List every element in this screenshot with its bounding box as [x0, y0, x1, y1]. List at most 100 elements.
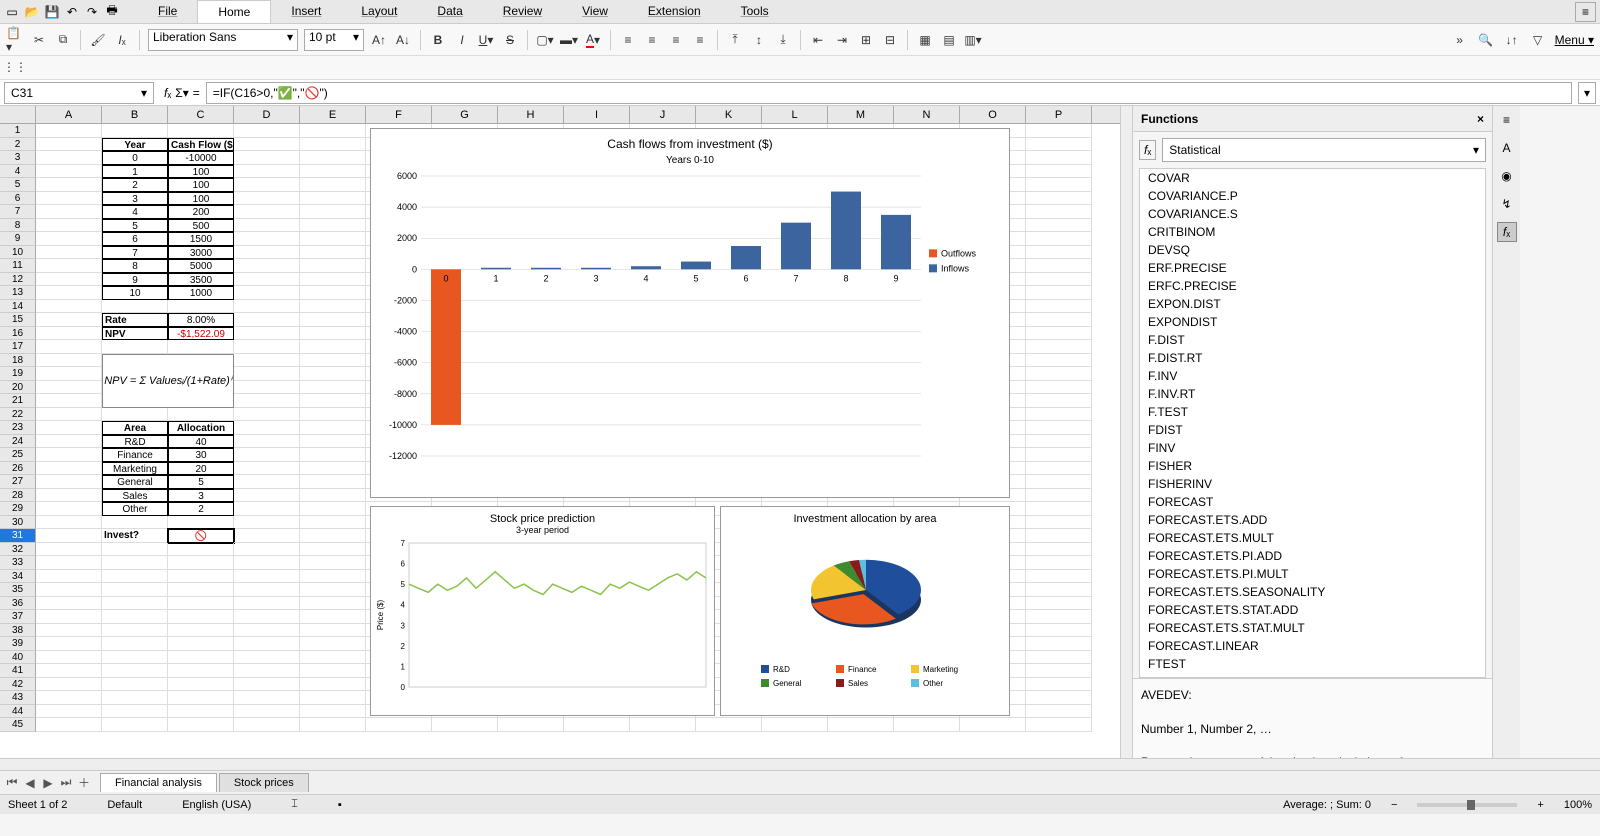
cell-B22[interactable]: [102, 408, 168, 422]
clear-format-icon[interactable]: Iₓ: [113, 31, 131, 49]
cell-P19[interactable]: [1026, 367, 1092, 381]
cell-C22[interactable]: [168, 408, 234, 422]
cell-C15[interactable]: 8.00%: [168, 313, 234, 327]
cell-D7[interactable]: [234, 205, 300, 219]
cell-P24[interactable]: [1026, 435, 1092, 449]
chevron-icon[interactable]: »: [1451, 31, 1469, 49]
cell-E11[interactable]: [300, 259, 366, 273]
cell-P14[interactable]: [1026, 300, 1092, 314]
cell-C3[interactable]: -10000: [168, 151, 234, 165]
cell-A28[interactable]: [36, 489, 102, 503]
row-header[interactable]: 29: [0, 502, 36, 516]
function-item[interactable]: F.DIST.RT: [1140, 349, 1485, 367]
cell-P38[interactable]: [1026, 624, 1092, 638]
menu-view[interactable]: View: [562, 0, 628, 23]
cell-A34[interactable]: [36, 570, 102, 584]
align-right-icon[interactable]: ≡: [667, 31, 685, 49]
cell-A4[interactable]: [36, 165, 102, 179]
cell-D4[interactable]: [234, 165, 300, 179]
menu-file[interactable]: File: [138, 0, 197, 23]
cell-B15[interactable]: Rate: [102, 313, 168, 327]
cell-E4[interactable]: [300, 165, 366, 179]
valign-top-icon[interactable]: ⤒: [726, 31, 744, 49]
cell-E42[interactable]: [300, 678, 366, 692]
cell-P15[interactable]: [1026, 313, 1092, 327]
cell-B26[interactable]: Marketing: [102, 462, 168, 476]
col-header-J[interactable]: J: [630, 106, 696, 123]
row-header[interactable]: 35: [0, 583, 36, 597]
redo-icon[interactable]: ↷: [84, 4, 100, 20]
cell-N45[interactable]: [894, 718, 960, 732]
hamburger-icon[interactable]: ≡: [1575, 2, 1596, 22]
cell-B37[interactable]: [102, 610, 168, 624]
indent-inc-icon[interactable]: ⇥: [833, 31, 851, 49]
cell-A44[interactable]: [36, 705, 102, 719]
cell-A10[interactable]: [36, 246, 102, 260]
cell-C44[interactable]: [168, 705, 234, 719]
cell-D26[interactable]: [234, 462, 300, 476]
row-header[interactable]: 28: [0, 489, 36, 503]
cell-B1[interactable]: [102, 124, 168, 138]
function-item[interactable]: ERF.PRECISE: [1140, 259, 1485, 277]
function-item[interactable]: FTEST: [1140, 655, 1485, 673]
function-item[interactable]: FORECAST.ETS.PI.MULT: [1140, 565, 1485, 583]
cell-E26[interactable]: [300, 462, 366, 476]
function-item[interactable]: COVAR: [1140, 169, 1485, 187]
cell-D38[interactable]: [234, 624, 300, 638]
cell-P41[interactable]: [1026, 664, 1092, 678]
cell-P1[interactable]: [1026, 124, 1092, 138]
cell-E13[interactable]: [300, 286, 366, 300]
function-item[interactable]: EXPONDIST: [1140, 313, 1485, 331]
function-item[interactable]: FORECAST.ETS.MULT: [1140, 529, 1485, 547]
cell-D6[interactable]: [234, 192, 300, 206]
cell-B30[interactable]: [102, 516, 168, 530]
col-header-G[interactable]: G: [432, 106, 498, 123]
cell-A39[interactable]: [36, 637, 102, 651]
cell-A43[interactable]: [36, 691, 102, 705]
cell-D24[interactable]: [234, 435, 300, 449]
formula-expand-icon[interactable]: ▾: [1578, 82, 1596, 104]
cell-P29[interactable]: [1026, 502, 1092, 516]
row-header[interactable]: 32: [0, 543, 36, 557]
cell-D40[interactable]: [234, 651, 300, 665]
row-header[interactable]: 22: [0, 408, 36, 422]
cell-C7[interactable]: 200: [168, 205, 234, 219]
function-item[interactable]: ERFC.PRECISE: [1140, 277, 1485, 295]
function-item[interactable]: FISHERINV: [1140, 475, 1485, 493]
cell-E43[interactable]: [300, 691, 366, 705]
horizontal-scrollbar[interactable]: [0, 758, 1600, 770]
row-header[interactable]: 45: [0, 718, 36, 732]
cell-P11[interactable]: [1026, 259, 1092, 273]
cell-E33[interactable]: [300, 556, 366, 570]
cell-E30[interactable]: [300, 516, 366, 530]
select-all-corner[interactable]: [0, 106, 36, 123]
chart-cashflow[interactable]: Cash flows from investment ($) Years 0-1…: [370, 128, 1010, 498]
menu-layout[interactable]: Layout: [341, 0, 417, 23]
cell-B36[interactable]: [102, 597, 168, 611]
cond-format-icon[interactable]: ▦: [916, 31, 934, 49]
cell-E3[interactable]: [300, 151, 366, 165]
cell-A42[interactable]: [36, 678, 102, 692]
row-header[interactable]: 33: [0, 556, 36, 570]
function-item[interactable]: FINV: [1140, 439, 1485, 457]
function-item[interactable]: F.TEST: [1140, 403, 1485, 421]
cell-C23[interactable]: Allocation: [168, 421, 234, 435]
row-header[interactable]: 13: [0, 286, 36, 300]
cell-C31[interactable]: 🚫: [168, 529, 234, 543]
cell-B16[interactable]: NPV: [102, 327, 168, 341]
col-header-O[interactable]: O: [960, 106, 1026, 123]
cell-E25[interactable]: [300, 448, 366, 462]
cell-A18[interactable]: [36, 354, 102, 368]
cell-D33[interactable]: [234, 556, 300, 570]
cell-A27[interactable]: [36, 475, 102, 489]
cell-P25[interactable]: [1026, 448, 1092, 462]
cell-D15[interactable]: [234, 313, 300, 327]
function-item[interactable]: FORECAST.LINEAR: [1140, 637, 1485, 655]
gallery-icon[interactable]: ◉: [1497, 166, 1517, 186]
cell-P12[interactable]: [1026, 273, 1092, 287]
menu-review[interactable]: Review: [483, 0, 562, 23]
cell-A6[interactable]: [36, 192, 102, 206]
cell-D44[interactable]: [234, 705, 300, 719]
equals-icon[interactable]: =: [193, 86, 200, 100]
cell-A16[interactable]: [36, 327, 102, 341]
